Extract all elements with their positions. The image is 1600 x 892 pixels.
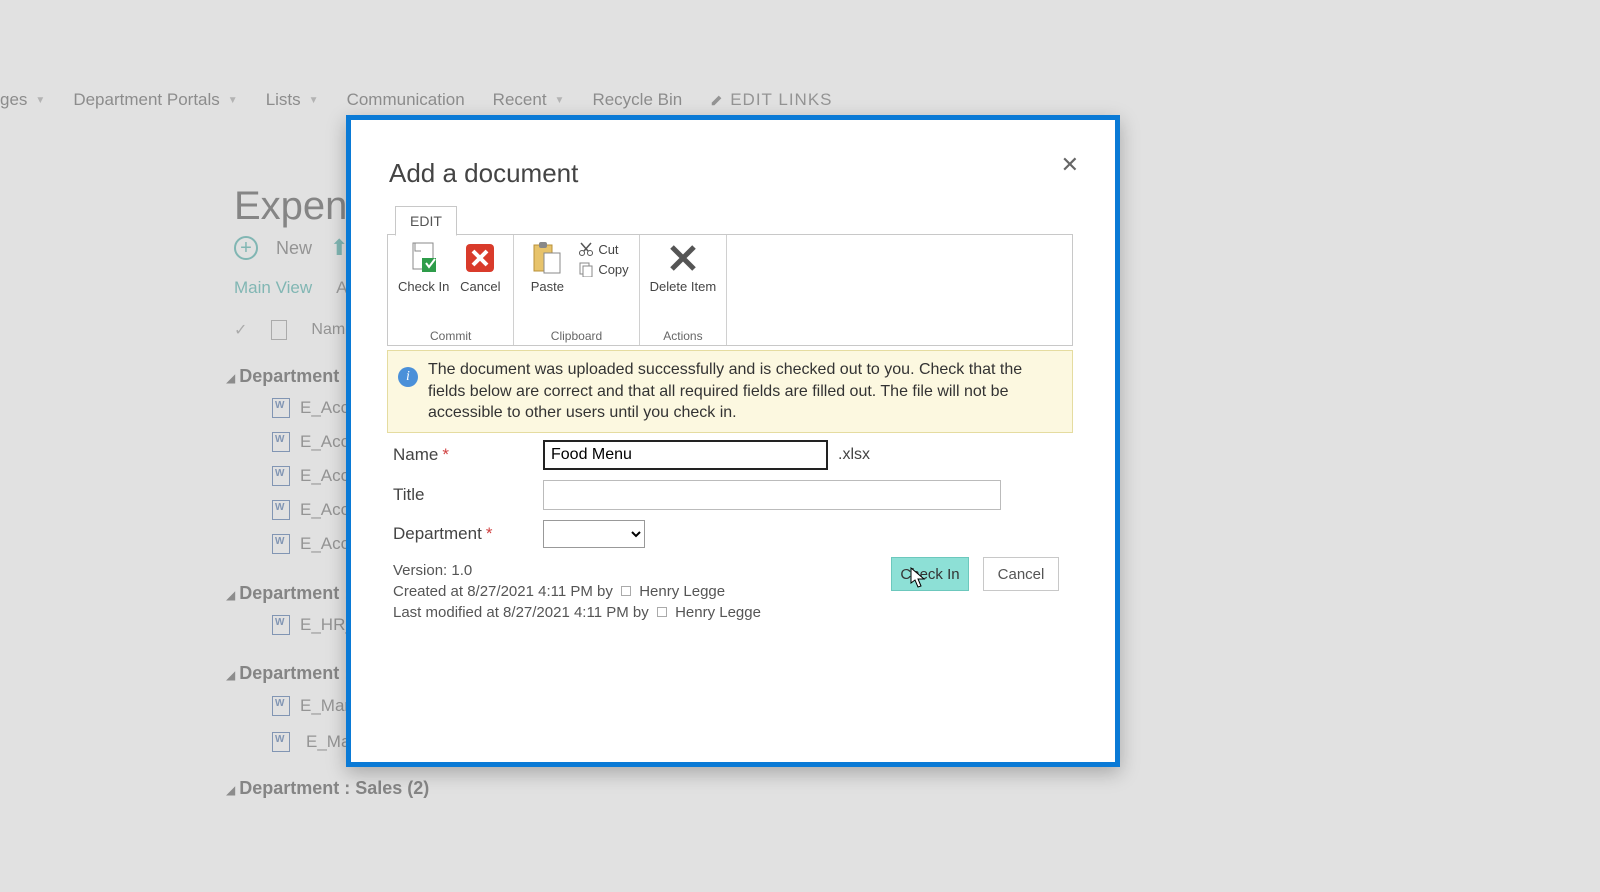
form-row-title: Title <box>393 480 1057 510</box>
scissors-icon <box>578 241 594 257</box>
dialog-title: Add a document <box>389 158 578 189</box>
cancel-icon <box>463 241 497 275</box>
paste-button[interactable]: Paste <box>524 241 570 294</box>
modified-text: Last modified at 8/27/2021 4:11 PM by He… <box>393 602 761 623</box>
close-icon[interactable]: ✕ <box>1061 152 1079 178</box>
file-extension: .xlsx <box>838 446 870 464</box>
btn-label: Cut <box>598 242 618 257</box>
presence-icon <box>657 607 667 617</box>
presence-icon <box>621 586 631 596</box>
cancel-dialog-button[interactable]: Cancel <box>983 557 1059 591</box>
cut-button[interactable]: Cut <box>578 241 628 257</box>
checkin-button[interactable]: Check In <box>398 241 449 294</box>
ribbon-group-clipboard: Paste Cut Copy Clipboard <box>514 235 639 345</box>
form-row-name: Name* .xlsx <box>393 440 1057 470</box>
title-label: Title <box>393 485 543 505</box>
check-in-button[interactable]: Check In <box>891 557 969 591</box>
modified-user[interactable]: Henry Legge <box>675 604 761 621</box>
btn-label: Paste <box>531 279 564 294</box>
name-input[interactable] <box>543 440 828 470</box>
copy-button[interactable]: Copy <box>578 261 628 277</box>
ribbon: Check In Cancel Commit Paste Cut <box>387 234 1073 346</box>
delete-button[interactable]: Delete Item <box>650 241 716 294</box>
btn-label: Cancel <box>460 279 500 294</box>
info-text: The document was uploaded successfully a… <box>428 361 1022 421</box>
btn-label: Copy <box>598 262 628 277</box>
version-text: Version: 1.0 <box>393 560 761 581</box>
add-document-dialog: Add a document ✕ EDIT Check In Cancel Co… <box>363 132 1097 740</box>
info-banner: i The document was uploaded successfully… <box>387 350 1073 433</box>
created-text: Created at 8/27/2021 4:11 PM by Henry Le… <box>393 581 761 602</box>
info-icon: i <box>398 367 418 387</box>
group-label: Actions <box>663 329 702 343</box>
btn-label: Check In <box>398 279 449 294</box>
paste-icon <box>530 241 564 275</box>
department-select[interactable] <box>543 520 645 548</box>
copy-icon <box>578 261 594 277</box>
name-label: Name* <box>393 445 543 465</box>
metadata-block: Version: 1.0 Created at 8/27/2021 4:11 P… <box>393 560 761 623</box>
group-label: Commit <box>430 329 471 343</box>
dialog-buttons: Check In Cancel <box>891 557 1059 591</box>
ribbon-group-actions: Delete Item Actions <box>640 235 727 345</box>
created-user[interactable]: Henry Legge <box>639 583 725 600</box>
cancel-button[interactable]: Cancel <box>457 241 503 294</box>
delete-icon <box>666 241 700 275</box>
ribbon-group-commit: Check In Cancel Commit <box>388 235 514 345</box>
title-input[interactable] <box>543 480 1001 510</box>
group-label: Clipboard <box>551 329 602 343</box>
tab-edit[interactable]: EDIT <box>395 206 457 236</box>
department-label: Department* <box>393 524 543 544</box>
checkin-icon <box>407 241 441 275</box>
btn-label: Delete Item <box>650 279 716 294</box>
form-row-department: Department* <box>393 520 1057 548</box>
